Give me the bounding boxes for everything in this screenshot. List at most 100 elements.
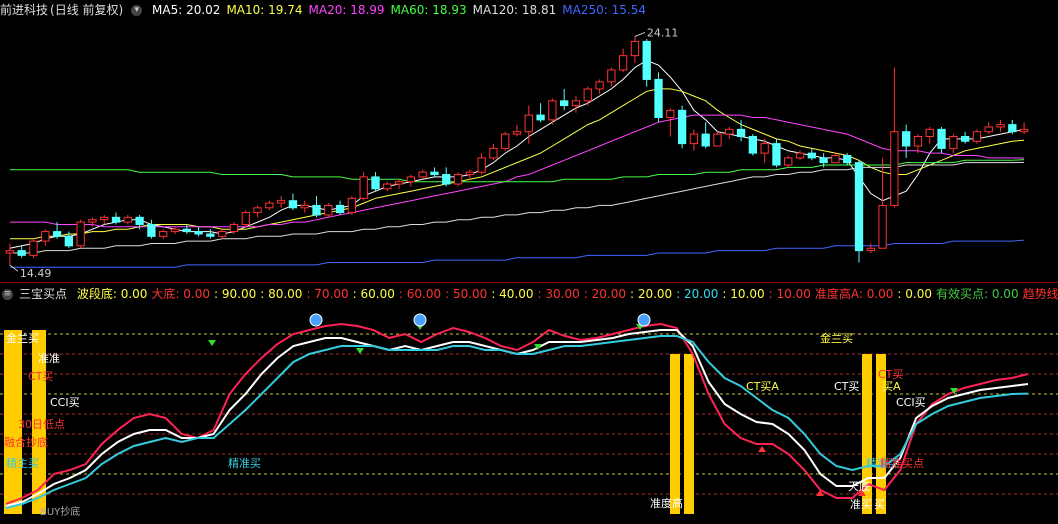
candle[interactable]	[276, 195, 286, 208]
candle[interactable]	[383, 181, 392, 192]
candle[interactable]	[1008, 119, 1017, 135]
candle[interactable]	[442, 167, 451, 187]
sanbao-indicator-chart[interactable]	[0, 304, 1058, 524]
candle[interactable]	[159, 229, 168, 239]
candle[interactable]	[300, 200, 309, 213]
signal-cci-buy: CCI买	[50, 396, 80, 409]
candle[interactable]	[960, 131, 970, 144]
candle[interactable]	[772, 138, 781, 168]
candle[interactable]	[701, 122, 710, 149]
candle[interactable]	[536, 103, 545, 123]
high-label: 24.11	[647, 26, 679, 39]
candle[interactable]	[607, 67, 616, 87]
candle[interactable]	[984, 122, 993, 135]
candle[interactable]	[182, 224, 191, 234]
indicator-toggle-icon[interactable]: ≡	[2, 289, 13, 300]
candle[interactable]	[677, 105, 687, 149]
candle[interactable]	[1019, 122, 1029, 135]
peak-marker-icon	[413, 313, 427, 327]
candle[interactable]	[335, 200, 345, 215]
candle[interactable]	[902, 124, 911, 158]
panel-divider	[0, 282, 1058, 283]
candle[interactable]	[937, 126, 946, 154]
candle[interactable]	[170, 226, 180, 234]
candle[interactable]	[595, 79, 604, 94]
candle[interactable]	[831, 153, 840, 164]
candle[interactable]	[76, 219, 85, 249]
candle[interactable]	[748, 134, 758, 156]
candle[interactable]	[925, 126, 934, 144]
candle[interactable]	[41, 229, 50, 246]
candle[interactable]	[512, 124, 522, 137]
candle[interactable]	[972, 129, 982, 144]
high-marker	[634, 31, 646, 37]
candle[interactable]	[147, 219, 156, 239]
candle[interactable]	[17, 245, 26, 258]
signal-ct-buy-a: CT买A	[746, 380, 779, 393]
candle[interactable]	[465, 169, 474, 180]
candle[interactable]	[524, 105, 533, 144]
indicator-param-13: : 10.00	[722, 287, 765, 301]
main-price-chart[interactable]: 24.11 14.49	[0, 0, 1058, 283]
signal-bottom: 天底	[848, 480, 870, 493]
candle[interactable]	[123, 214, 132, 225]
candle[interactable]	[890, 67, 899, 208]
candle[interactable]	[253, 205, 262, 218]
candle[interactable]	[996, 119, 1005, 132]
candle[interactable]	[347, 195, 357, 215]
candle[interactable]	[406, 174, 416, 187]
ma-line-ma10	[9, 88, 1025, 240]
peak-marker-icon	[637, 313, 651, 327]
candle[interactable]	[100, 214, 109, 225]
candle[interactable]	[618, 48, 628, 73]
indicator-line-2	[5, 335, 1029, 509]
low-marker	[9, 264, 19, 272]
candle[interactable]	[949, 134, 958, 154]
candle[interactable]	[654, 72, 663, 123]
candle[interactable]	[288, 193, 298, 211]
candle[interactable]	[241, 210, 250, 227]
candle[interactable]	[630, 36, 640, 63]
candle[interactable]	[359, 172, 368, 201]
candle[interactable]	[194, 226, 203, 237]
signal-jinlan-right: 金兰买	[820, 332, 853, 345]
candle[interactable]	[807, 148, 816, 161]
candle[interactable]	[866, 243, 875, 253]
candle[interactable]	[477, 153, 486, 175]
indicator-param-10: : 20.00	[583, 287, 626, 301]
candle[interactable]	[489, 143, 498, 161]
indicator-param-3: : 80.00	[260, 287, 303, 301]
candle[interactable]	[854, 160, 864, 263]
candle[interactable]	[571, 96, 581, 113]
indicator-param-9: : 30.00	[537, 287, 580, 301]
candle[interactable]	[218, 229, 227, 239]
candle[interactable]	[418, 169, 427, 180]
candle[interactable]	[560, 88, 569, 111]
candle[interactable]	[713, 131, 722, 147]
candle[interactable]	[689, 129, 699, 151]
candle[interactable]	[5, 243, 15, 266]
indicator-param-list: 波段底: 0.00 大底: 0.00: 90.00: 80.00: 70.00: …	[77, 287, 1058, 301]
candle[interactable]	[725, 126, 734, 139]
candle[interactable]	[430, 167, 439, 177]
candle[interactable]	[394, 179, 404, 189]
candle[interactable]	[371, 172, 380, 192]
signal-jinlan: 金兰买	[6, 332, 39, 345]
indicator-param-14: : 10.00	[768, 287, 811, 301]
candle[interactable]	[913, 134, 923, 154]
candle[interactable]	[312, 195, 321, 218]
candle[interactable]	[324, 203, 333, 218]
candle[interactable]	[265, 200, 274, 211]
candle[interactable]	[501, 131, 510, 151]
indicator-param-8: : 40.00	[491, 287, 534, 301]
candle[interactable]	[666, 107, 675, 137]
candle[interactable]	[642, 39, 651, 87]
candle[interactable]	[784, 155, 793, 168]
candle[interactable]	[206, 229, 215, 239]
indicator-line-1	[5, 329, 1029, 507]
candle[interactable]	[29, 238, 38, 258]
candle[interactable]	[453, 172, 463, 187]
indicator-param-6: : 60.00	[398, 287, 442, 301]
candle[interactable]	[583, 86, 592, 106]
ma-line-ma5	[9, 59, 1025, 249]
